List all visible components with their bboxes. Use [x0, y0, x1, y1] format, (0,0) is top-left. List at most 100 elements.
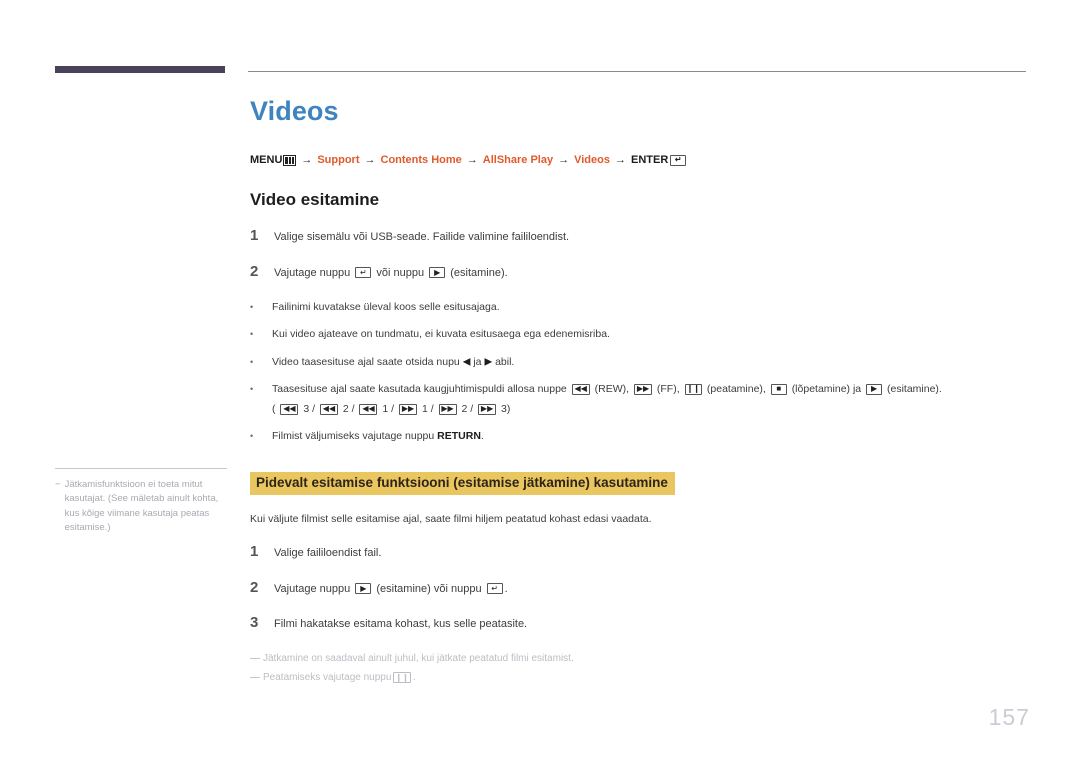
enter-return-icon: ↵ [486, 583, 503, 595]
sequence-label: 1 / [421, 403, 434, 416]
step-text-after: (esitamine). [450, 266, 508, 279]
stop-label: (lõpetamine) ja [791, 382, 862, 395]
enter-label: ENTER [630, 154, 669, 166]
section-title: Video esitamine [250, 190, 380, 209]
resume-lead-text: Kui väljute filmist selle esitamise ajal… [250, 513, 652, 526]
step-number: 2 [250, 578, 259, 596]
fastforward-icon: ▶▶ [399, 403, 418, 415]
play-icon: ▶ [355, 583, 372, 595]
bullet-text-middle: ja [473, 355, 482, 368]
step-number: 1 [250, 543, 259, 561]
list-item: • Video taasesituse ajal saate otsida nu… [250, 354, 1030, 370]
pause-label: (peatamine), [706, 382, 766, 395]
list-item: • Taasesituse ajal saate kasutada kaugju… [250, 381, 1030, 418]
breadcrumb-videos[interactable]: Videos [574, 154, 610, 166]
path-arrow: → [364, 154, 376, 166]
enter-return-icon: ↵ [355, 267, 372, 279]
footnote-item: — Peatamiseks vajutage nuppu ❙❙. [250, 670, 1030, 686]
bullet-text: Failinimi kuvatakse üleval koos selle es… [272, 301, 500, 313]
step-item: 3 Filmi hakatakse esitama kohast, kus se… [250, 615, 1030, 633]
rewind-icon: ◀◀ [571, 383, 590, 395]
path-arrow: → [614, 154, 626, 166]
fastforward-icon: ▶▶ [633, 383, 652, 395]
enter-return-icon: ↵ [670, 154, 687, 166]
rewind-icon: ◀◀ [319, 403, 338, 415]
fastforward-icon: ▶▶ [438, 403, 457, 415]
bullet-text: Video taasesituse ajal saate otsida nupu… [272, 354, 1030, 370]
breadcrumb-support[interactable]: Support [317, 154, 359, 166]
bullet-text: Taasesituse ajal saate kasutada kaugjuht… [272, 381, 1030, 418]
footnote-text-before: Peatamiseks vajutage nuppu [263, 671, 392, 683]
menu-label: MENU [250, 154, 283, 166]
sequence-label: 3 / [303, 403, 316, 416]
sequence-label: 1 / [382, 403, 395, 416]
path-arrow: → [558, 154, 570, 166]
header-corner-bar [55, 66, 225, 73]
breadcrumb-contents-home[interactable]: Contents Home [381, 154, 462, 166]
step-item: 1 Valige sisemälu või USB-seade. Failide… [250, 228, 1030, 246]
sidebar-note: − Jätkamisfunktsioon ei toeta mitut kasu… [55, 468, 227, 536]
step-item: 1 Valige faililoendist fail. [250, 544, 1030, 562]
footnote-item: — Jätkamine on saadaval ainult juhul, ku… [250, 651, 1030, 667]
bullet-text: Kui video ajateave on tundmatu, ei kuvat… [272, 328, 610, 341]
bullet-marker: • [250, 431, 254, 442]
bullet-marker: • [250, 302, 254, 312]
bullet-marker: • [250, 356, 254, 367]
page-title: Videos [250, 96, 339, 126]
bullet-text-before: Filmist väljumiseks vajutage nuppu [272, 430, 435, 443]
pause-icon: ❙❙ [393, 672, 411, 684]
step-text-before: Vajutage nuppu [274, 582, 351, 595]
right-triangle-icon: ▶ [484, 356, 493, 367]
left-triangle-icon: ◀ [462, 356, 471, 367]
sidebar-note-text: Jätkamisfunktsioon ei toeta mitut kasuta… [64, 479, 219, 534]
return-key-label: RETURN [437, 430, 481, 443]
step-item: 2 Vajutage nuppu ▶ (esitamine) või nuppu… [250, 580, 1030, 598]
step-text: Vajutage nuppu ↵ või nuppu ▶ (esitamine)… [274, 265, 508, 282]
step-text: Vajutage nuppu ▶ (esitamine) või nuppu ↵… [274, 581, 508, 598]
bullet-text-after: . [480, 430, 484, 443]
path-arrow: → [301, 154, 313, 166]
play-icon: ▶ [866, 383, 883, 395]
bullet-text-after: abil. [495, 355, 515, 368]
sequence-open-paren: ( [272, 403, 276, 416]
sequence-label: 2 / [342, 403, 355, 416]
step-number: 1 [250, 227, 259, 244]
step-text: Valige sisemälu või USB-seade. Failide v… [274, 231, 570, 243]
bullet-marker: • [250, 329, 254, 340]
menu-grid-icon [283, 154, 297, 166]
footnote-text-after: . [412, 671, 416, 683]
footnote-list: — Jätkamine on saadaval ainult juhul, ku… [250, 651, 1030, 686]
list-item: • Kui video ajateave on tundmatu, ei kuv… [250, 326, 1030, 342]
pause-icon: ❙❙ [684, 383, 702, 395]
footnote-text: Jätkamine on saadaval ainult juhul, kui … [263, 652, 574, 664]
step-text-before: Vajutage nuppu [274, 266, 351, 279]
stop-icon: ■ [770, 383, 787, 395]
breadcrumb-allshare-play[interactable]: AllShare Play [483, 154, 553, 166]
play-icon: ▶ [429, 267, 446, 279]
step-text: Valige faililoendist fail. [274, 547, 382, 560]
list-item: • Filmist väljumiseks vajutage nuppu RET… [250, 428, 1030, 444]
step-text: Filmi hakatakse esitama kohast, kus sell… [274, 618, 528, 631]
footnote-dash: — [250, 671, 260, 683]
menu-path-breadcrumb: MENU → Support → Contents Home → AllShar… [250, 154, 1030, 166]
step-text-middle: (esitamine) või nuppu [376, 582, 482, 595]
fastforward-icon: ▶▶ [478, 403, 497, 415]
main-content: Videos MENU → Support → Contents Home → … [250, 96, 1030, 689]
footnote-dash: — [250, 652, 260, 664]
rewind-label: (REW), [594, 382, 630, 395]
rewind-icon: ◀◀ [359, 403, 378, 415]
bullet-text-before: Video taasesituse ajal saate otsida nupu [272, 355, 460, 368]
sidebar-note-rule [55, 468, 227, 469]
list-item: • Failinimi kuvatakse üleval koos selle … [250, 299, 1030, 315]
highlighted-heading: Pidevalt esitamise funktsiooni (esitamis… [250, 471, 675, 496]
bullet-list: • Failinimi kuvatakse üleval koos selle … [250, 299, 1030, 445]
step-text-middle: või nuppu [376, 266, 425, 279]
rewind-icon: ◀◀ [280, 403, 299, 415]
sequence-label: 3) [501, 403, 511, 416]
button-sequence: ( ◀◀ 3 / ◀◀ 2 / ◀◀ 1 / ▶▶ 1 / ▶▶ 2 / ▶▶ … [272, 401, 1030, 417]
path-arrow: → [466, 154, 478, 166]
step-item: 2 Vajutage nuppu ↵ või nuppu ▶ (esitamin… [250, 264, 1030, 282]
header-rule [248, 71, 1026, 72]
sequence-label: 2 / [461, 403, 474, 416]
step-number: 3 [250, 614, 259, 632]
